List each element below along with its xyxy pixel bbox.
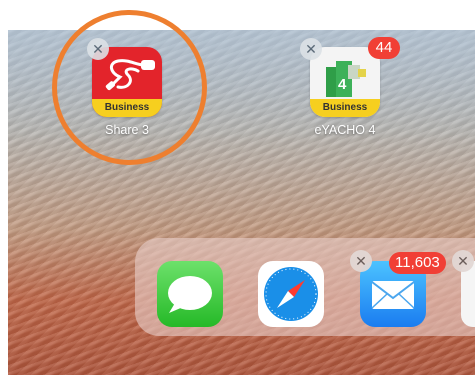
app-digit: 4 bbox=[338, 76, 347, 93]
messages-icon bbox=[168, 276, 212, 313]
app-label: eYACHO 4 bbox=[314, 123, 376, 137]
mail-notification-badge: 11,603 bbox=[389, 252, 446, 274]
safari-app-icon[interactable] bbox=[258, 261, 324, 327]
close-icon: ✕ bbox=[355, 253, 367, 269]
delete-next-app-button[interactable]: ✕ bbox=[452, 250, 474, 272]
notification-badge: 44 bbox=[368, 37, 400, 59]
highlight-circle bbox=[52, 10, 207, 165]
messages-app-icon[interactable] bbox=[157, 261, 223, 327]
close-icon: ✕ bbox=[305, 41, 317, 57]
delete-mail-button[interactable]: ✕ bbox=[350, 250, 372, 272]
app-eyacho4[interactable]: 4 Business eYACHO 4 bbox=[295, 47, 395, 137]
compass-icon bbox=[264, 267, 318, 321]
delete-eyacho4-button[interactable]: ✕ bbox=[300, 38, 322, 60]
eyacho4-app-icon[interactable]: 4 Business bbox=[310, 47, 380, 117]
close-icon: ✕ bbox=[457, 253, 469, 269]
business-band: Business bbox=[310, 99, 380, 117]
